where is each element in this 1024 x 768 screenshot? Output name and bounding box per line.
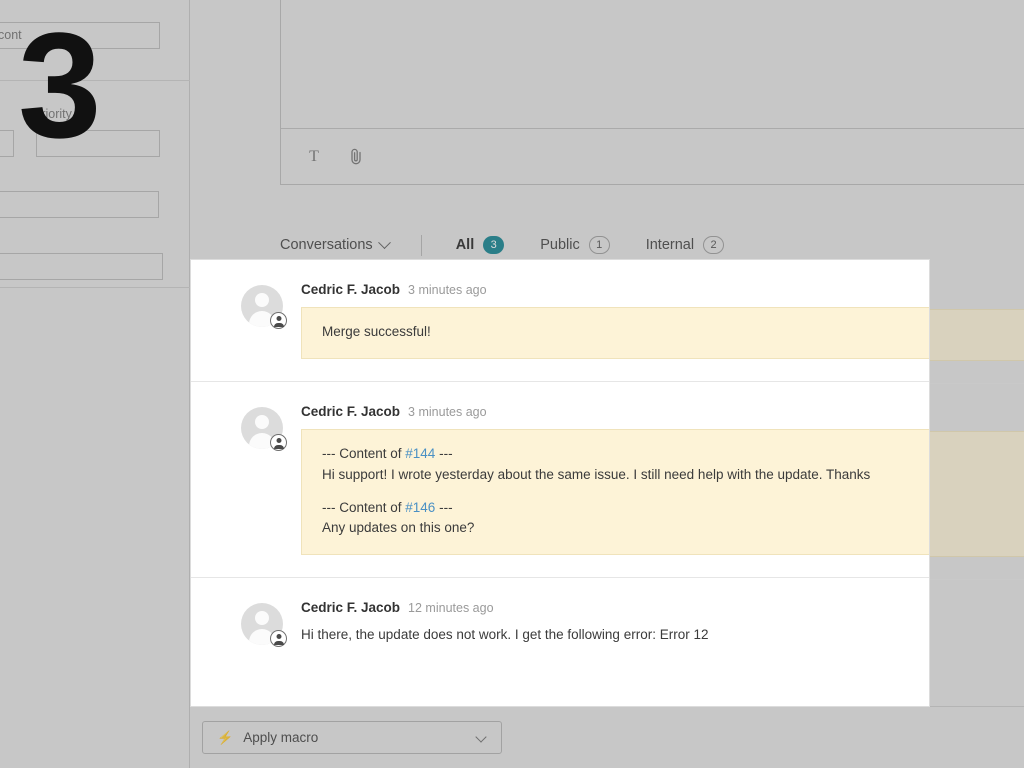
chevron-down-icon [475, 731, 487, 743]
message-body: Cedric F. Jacob 3 minutes ago Merge succes… [301, 282, 929, 360]
ticket-link[interactable]: #144 [405, 446, 435, 461]
message-line-spacer [322, 485, 929, 498]
conversation-list-highlighted: Cedric F. Jacob 3 minutes ago Merge succes… [191, 260, 929, 668]
message-item[interactable]: Cedric F. Jacob 3 minutes ago --- Content … [191, 382, 929, 579]
message-content-reference: --- Content of #144 --- [322, 444, 929, 464]
reference-suffix: --- [435, 499, 453, 515]
message-timestamp: 12 minutes ago [408, 601, 494, 616]
message-author: Cedric F. Jacob [301, 282, 401, 297]
tab-public-badge: 1 [588, 236, 610, 254]
message-timestamp: 3 minutes ago [408, 283, 487, 297]
type-field[interactable] [0, 253, 163, 280]
reference-suffix: --- [435, 446, 453, 462]
message-item[interactable]: Cedric F. Jacob 12 minutes ago Hi there, t… [191, 578, 929, 667]
message-line: Merge successful! [322, 324, 431, 339]
message-content-reference: --- Content of #146 --- [322, 498, 929, 518]
message-line: Hi there, the update does not work. I ge… [301, 627, 709, 643]
message-text: Hi there, the update does not work. I ge… [301, 625, 929, 645]
highlight-spotlight-panel: Cedric F. Jacob 3 minutes ago Merge succes… [190, 259, 930, 707]
sidebar-divider-2 [0, 287, 190, 288]
format-text-icon[interactable]: T [303, 146, 325, 168]
customer-role-icon [270, 312, 287, 329]
message-author: Cedric F. Jacob [301, 600, 401, 616]
conversation-tabbar: Conversations All 3 Public 1 Internal 2 [190, 228, 1024, 264]
message-line: Any updates on this one? [322, 520, 475, 535]
tabbar-divider [420, 234, 422, 256]
tab-all[interactable]: All 3 [445, 228, 514, 264]
composer-toolbar: T [281, 128, 1024, 184]
conversations-dropdown[interactable]: Conversations [280, 235, 391, 253]
priority-small-field[interactable] [0, 130, 14, 157]
tab-internal-badge: 2 [703, 236, 725, 254]
customer-role-icon [270, 434, 287, 452]
tab-internal-label: Internal [645, 237, 695, 253]
message-bubble: --- Content of #144 --- Hi support! I wro… [301, 429, 929, 556]
composer-textarea[interactable] [281, 0, 1024, 128]
message-header: Cedric F. Jacob 3 minutes ago [301, 282, 929, 297]
avatar-wrapper [241, 600, 301, 648]
message-author: Cedric F. Jacob [301, 404, 401, 420]
ticket-link[interactable]: #146 [405, 500, 435, 515]
message-bubble: Merge successful! [301, 307, 929, 360]
apply-macro-select[interactable]: ⚡ Apply macro [202, 721, 502, 754]
tab-internal[interactable]: Internal 2 [645, 228, 725, 262]
paperclip-icon[interactable] [345, 146, 367, 168]
lightning-bolt-icon: ⚡ [217, 729, 234, 745]
tab-all-badge: 3 [483, 236, 505, 254]
tab-public[interactable]: Public 1 [540, 228, 610, 262]
customer-role-icon [270, 630, 287, 648]
avatar-wrapper [241, 404, 301, 555]
message-header: Cedric F. Jacob 12 minutes ago [301, 600, 929, 616]
message-header: Cedric F. Jacob 3 minutes ago [301, 404, 929, 420]
message-body: Cedric F. Jacob 3 minutes ago --- Content … [301, 404, 929, 556]
reference-prefix: --- Content of [322, 499, 406, 515]
owner-field[interactable] [0, 191, 159, 218]
step-number-overlay: 3 [18, 1, 102, 169]
ticket-footer: ⚡ Apply macro [190, 706, 1024, 768]
reference-prefix: --- Content of [322, 446, 406, 462]
message-body: Cedric F. Jacob 12 minutes ago Hi there, t… [301, 600, 929, 645]
message-item[interactable]: Cedric F. Jacob 3 minutes ago Merge succes… [191, 260, 929, 383]
avatar-wrapper [241, 282, 301, 359]
apply-macro-label: Apply macro [243, 730, 319, 745]
chevron-down-icon [377, 235, 391, 249]
message-line: Hi support! I wrote yesterday about the … [322, 466, 871, 482]
tab-public-label: Public [540, 237, 580, 253]
message-composer[interactable]: T [280, 0, 1024, 185]
spotlight-content-wrapper: Cedric F. Jacob 3 minutes ago Merge succes… [191, 260, 929, 706]
tab-all-label: All [455, 237, 475, 253]
message-timestamp: 3 minutes ago [408, 405, 487, 420]
conversations-dropdown-label: Conversations [280, 237, 373, 253]
